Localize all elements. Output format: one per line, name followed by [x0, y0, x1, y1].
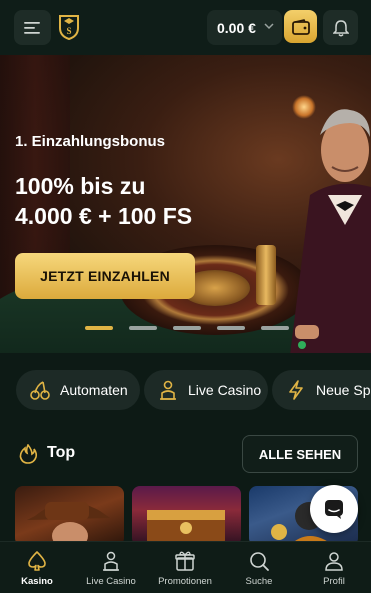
category-live-casino[interactable]: Live Casino: [144, 370, 268, 410]
game-tile[interactable]: [132, 486, 241, 546]
carousel-dot[interactable]: [129, 326, 157, 330]
dealer-illustration: [290, 109, 371, 353]
balance-dropdown[interactable]: 0.00 €: [207, 10, 282, 45]
chevron-down-icon: [264, 23, 274, 30]
nav-promotionen[interactable]: Promotionen: [148, 542, 222, 593]
nav-label: Live Casino: [86, 576, 136, 587]
nav-live-casino[interactable]: Live Casino: [74, 542, 148, 593]
nav-kasino[interactable]: Kasino: [0, 542, 74, 593]
bottom-navigation: Kasino Live Casino Promotionen Suche Pro…: [0, 541, 371, 593]
brand-logo[interactable]: S: [58, 14, 80, 40]
nav-label: Suche: [245, 576, 273, 587]
category-new-games[interactable]: Neue Sp: [272, 370, 371, 410]
flame-icon: [19, 444, 38, 464]
search-icon: [247, 549, 271, 573]
gift-icon: [173, 549, 197, 573]
carousel-indicators: [85, 326, 289, 330]
nav-profil[interactable]: Profil: [297, 542, 371, 593]
category-automaten[interactable]: Automaten: [16, 370, 140, 410]
promo-banner[interactable]: 1. Einzahlungsbonus 100% bis zu 4.000 € …: [0, 55, 371, 353]
carousel-dot[interactable]: [261, 326, 289, 330]
carousel-dot[interactable]: [173, 326, 201, 330]
dealer-icon: [99, 549, 123, 573]
bell-icon: [332, 19, 349, 36]
top-bar: S 0.00 €: [0, 0, 371, 55]
roulette-spindle: [256, 245, 276, 305]
bonus-subtitle: 1. Einzahlungsbonus: [15, 133, 166, 150]
balance-amount: 0.00 €: [217, 19, 256, 36]
svg-text:S: S: [66, 26, 71, 36]
nav-label: Profil: [323, 576, 345, 587]
see-all-button[interactable]: ALLE SEHEN: [242, 435, 358, 473]
game-thumbnail-image: [147, 510, 225, 546]
wallet-button[interactable]: [284, 10, 317, 43]
nav-suche[interactable]: Suche: [222, 542, 296, 593]
menu-button[interactable]: [14, 10, 51, 45]
game-thumbnail-image: [27, 502, 110, 546]
spade-icon: [25, 549, 49, 573]
section-title: Top: [47, 444, 76, 461]
bonus-title-line-2: 4.000 € + 100 FS: [15, 203, 193, 229]
nav-label: Kasino: [21, 576, 53, 587]
profile-icon: [322, 549, 346, 573]
wallet-icon: [291, 18, 310, 35]
category-label: Live Casino: [188, 382, 262, 398]
category-label: Automaten: [60, 382, 128, 398]
carousel-dot[interactable]: [217, 326, 245, 330]
menu-icon: [23, 21, 40, 34]
category-label: Neue Sp: [316, 382, 371, 398]
support-chat-button[interactable]: [310, 485, 358, 533]
cherries-icon: [29, 379, 51, 401]
bonus-title: 100% bis zu 4.000 € + 100 FS: [15, 171, 265, 231]
bonus-title-line-1: 100% bis zu: [15, 173, 146, 199]
category-pills: Automaten Live Casino Neue Sp: [0, 370, 371, 410]
carousel-dot[interactable]: [85, 326, 113, 330]
notifications-button[interactable]: [323, 10, 358, 45]
nav-label: Promotionen: [158, 576, 212, 587]
chat-icon: [325, 500, 343, 519]
lightning-icon: [285, 379, 307, 401]
game-tile[interactable]: [15, 486, 124, 546]
dealer-icon: [157, 379, 179, 401]
deposit-button[interactable]: JETZT EINZAHLEN: [15, 253, 195, 299]
